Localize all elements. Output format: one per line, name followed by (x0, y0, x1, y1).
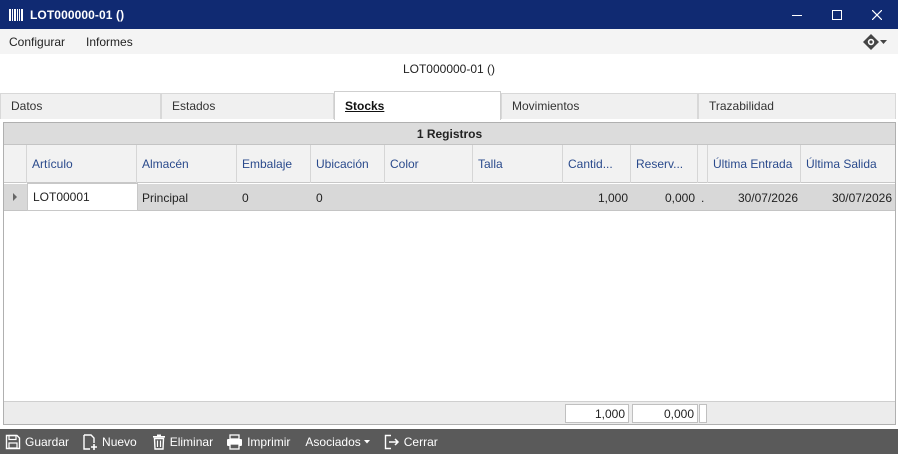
save-icon (5, 434, 21, 449)
maximize-button[interactable] (816, 0, 858, 29)
col-blank[interactable] (698, 145, 708, 183)
menu-configurar[interactable]: Configurar (0, 35, 75, 49)
close-button[interactable]: Cerrar (384, 429, 438, 454)
printer-icon (227, 433, 243, 450)
delete-label: Eliminar (169, 434, 214, 449)
cell-almacen[interactable]: Principal (137, 184, 237, 211)
col-cantidad[interactable]: Cantid... (563, 145, 631, 183)
window-title: LOT000000-01 () (30, 7, 125, 22)
total-cantidad: 1,000 (565, 404, 629, 423)
print-label: Imprimir (247, 434, 291, 449)
chevron-down-icon (363, 439, 370, 443)
col-color[interactable]: Color (385, 145, 473, 183)
tab-trazabilidad[interactable]: Trazabilidad (698, 93, 896, 119)
new-document-icon (83, 433, 98, 450)
col-ultima-entrada[interactable]: Última Entrada (708, 145, 801, 183)
settings-diamond-icon (863, 34, 879, 50)
exit-icon (384, 434, 399, 449)
tab-label: Stocks (345, 99, 385, 113)
col-ultima-salida[interactable]: Última Salida (801, 145, 895, 183)
total-blank (699, 404, 707, 423)
save-button[interactable]: Guardar (5, 429, 69, 454)
print-button[interactable]: Imprimir (226, 429, 290, 454)
cell-color[interactable] (385, 184, 473, 211)
table-row[interactable]: LOT00001 Principal 0 0 1,000 0,000 . 30/… (4, 183, 895, 211)
col-embalaje[interactable]: Embalaje (237, 145, 311, 183)
col-talla[interactable]: Talla (473, 145, 563, 183)
tab-stocks[interactable]: Stocks (334, 91, 501, 120)
tab-datos[interactable]: Datos (0, 93, 161, 119)
totals-row: 1,000 0,000 (4, 401, 895, 424)
cell-embalaje[interactable]: 0 (237, 184, 311, 211)
menu-informes[interactable]: Informes (75, 35, 143, 49)
tab-label: Datos (11, 99, 43, 113)
barcode-icon (9, 8, 23, 21)
column-headers: Artículo Almacén Embalaje Ubicación Colo… (4, 145, 895, 183)
cell-reservado[interactable]: 0,000 (631, 184, 698, 211)
tab-label: Trazabilidad (709, 99, 774, 113)
tab-strip: Datos Estados Stocks Movimientos Trazabi… (0, 91, 898, 120)
save-label: Guardar (25, 434, 70, 449)
col-articulo[interactable]: Artículo (27, 145, 137, 183)
settings-dropdown[interactable] (862, 33, 887, 51)
menu-bar: Configurar Informes (0, 29, 898, 54)
title-bar: LOT000000-01 () (0, 0, 898, 29)
stocks-grid: 1 Registros Artículo Almacén Embalaje Ub… (3, 122, 896, 425)
form-title: LOT000000-01 () (402, 62, 496, 76)
cell-ultima-entrada[interactable]: 30/07/2026 (708, 184, 801, 211)
col-ubicacion[interactable]: Ubicación (311, 145, 385, 183)
associated-dropdown[interactable]: Asociados (305, 429, 370, 454)
new-label: Nuevo (102, 434, 137, 449)
tab-movimientos[interactable]: Movimientos (501, 93, 698, 119)
minimize-button[interactable] (776, 0, 818, 29)
cell-talla[interactable] (473, 184, 563, 211)
cell-blank[interactable]: . (698, 184, 708, 211)
cell-cantidad[interactable]: 1,000 (563, 184, 631, 211)
close-icon (872, 9, 882, 20)
total-reservado: 0,000 (632, 404, 698, 423)
tab-label: Movimientos (512, 99, 580, 113)
close-label: Cerrar (403, 434, 438, 449)
close-window-button[interactable] (856, 0, 898, 29)
associated-label: Asociados (305, 434, 361, 449)
minimize-icon (792, 14, 802, 16)
col-reservado[interactable]: Reserv... (631, 145, 698, 183)
row-selector-header (4, 145, 27, 183)
row-pointer-icon (13, 193, 17, 201)
new-button[interactable]: Nuevo (82, 429, 137, 454)
tab-estados[interactable]: Estados (161, 93, 334, 119)
maximize-icon (832, 9, 842, 20)
record-count: 1 Registros (4, 123, 895, 145)
cell-articulo[interactable]: LOT00001 (27, 183, 138, 211)
col-almacen[interactable]: Almacén (137, 145, 237, 183)
cell-ultima-salida[interactable]: 30/07/2026 (801, 184, 895, 211)
chevron-down-icon (880, 39, 887, 44)
trash-icon (152, 434, 165, 450)
bottom-toolbar: Guardar Nuevo Eliminar Imprimir Asociado… (0, 429, 898, 454)
cell-ubicacion[interactable]: 0 (311, 184, 385, 211)
delete-button[interactable]: Eliminar (152, 429, 213, 454)
tab-label: Estados (172, 99, 216, 113)
